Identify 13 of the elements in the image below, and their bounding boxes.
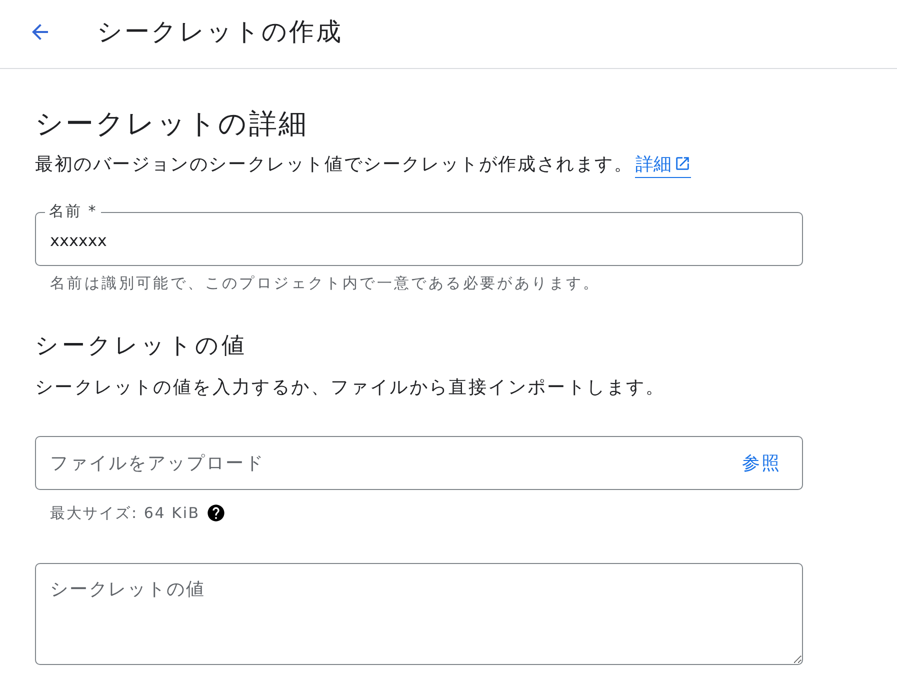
field-label: 名前 * bbox=[45, 202, 102, 220]
browse-button[interactable]: 参照 bbox=[732, 445, 791, 481]
field-helper-text: 名前は識別可能で、このプロジェクト内で一意である必要があります。 bbox=[50, 273, 600, 293]
secret-value-textarea[interactable]: シークレットの値 bbox=[35, 563, 803, 665]
help-icon[interactable] bbox=[206, 503, 226, 523]
section-heading: シークレットの詳細 bbox=[35, 106, 308, 142]
page-title: シークレットの作成 bbox=[97, 16, 342, 48]
section-heading: シークレットの値 bbox=[35, 332, 248, 361]
external-link-icon bbox=[674, 155, 692, 172]
field-helper-text: 最大サイズ: 64 KiB bbox=[50, 503, 200, 523]
learn-more-link[interactable]: 詳細 bbox=[635, 154, 692, 178]
section-description: 最初のバージョンのシークレット値でシークレットが作成されます。詳細 bbox=[35, 153, 692, 177]
section-description: シークレットの値を入力するか、ファイルから直接インポートします。 bbox=[35, 376, 666, 400]
